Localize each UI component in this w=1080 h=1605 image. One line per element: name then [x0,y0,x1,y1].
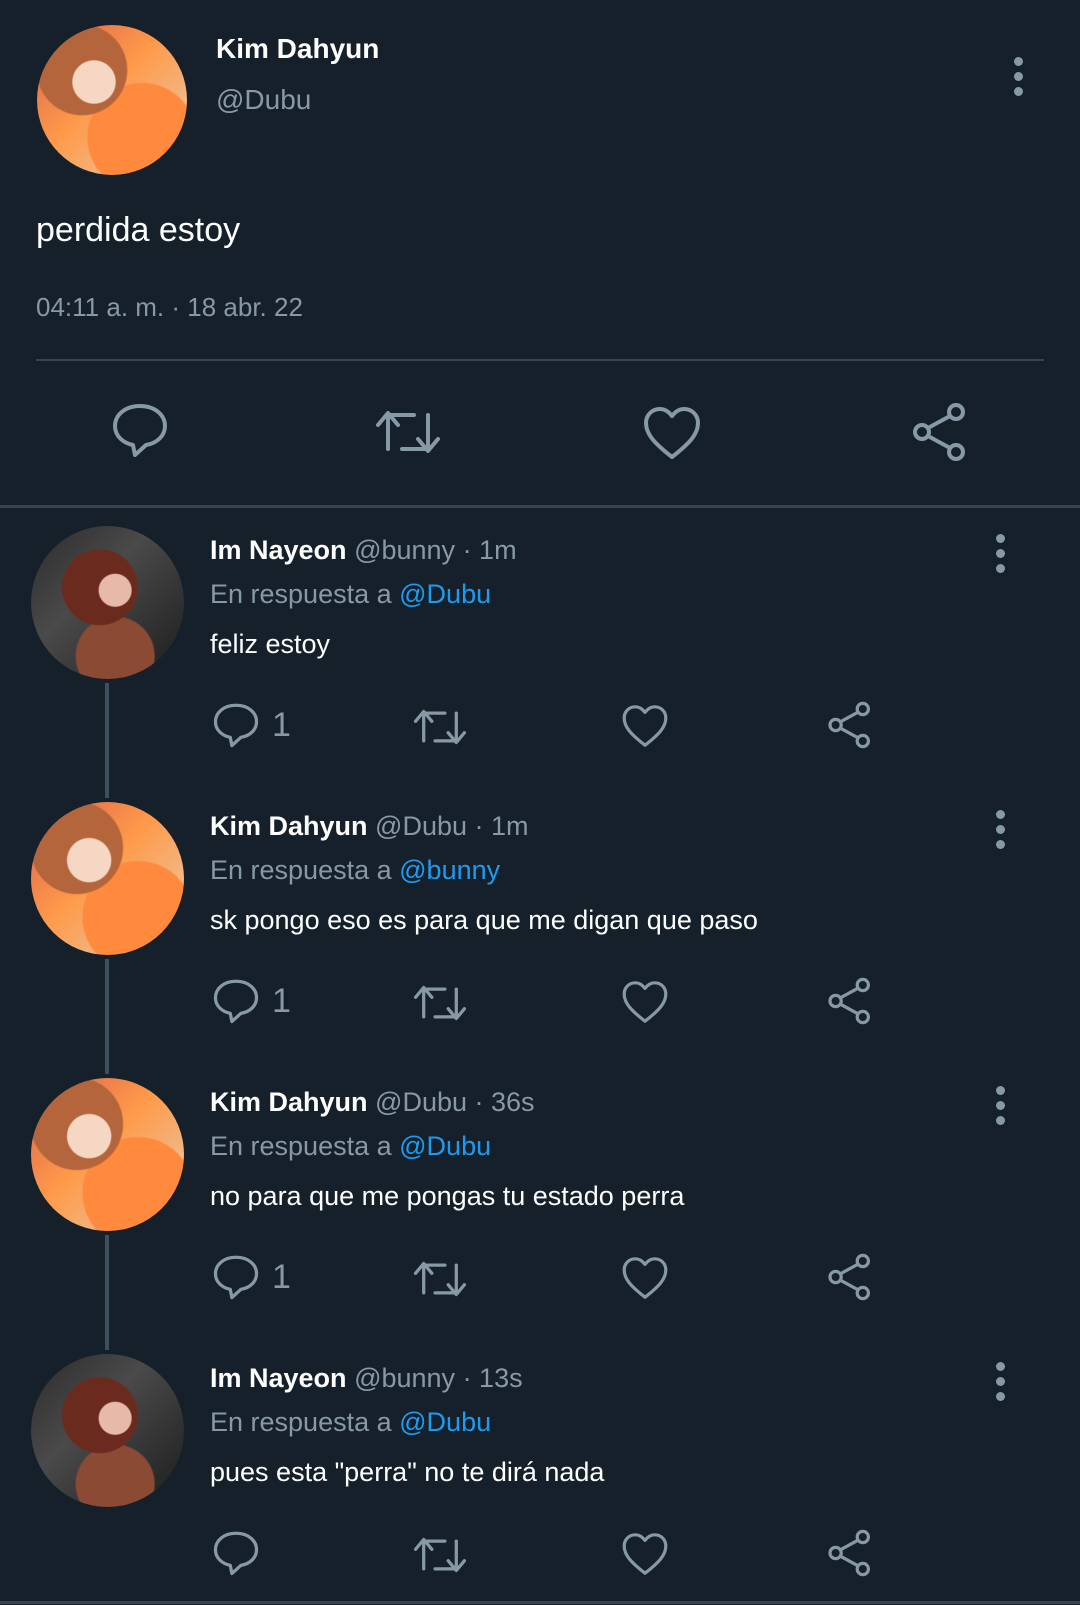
main-tweet-avatar[interactable] [37,25,187,175]
reply-to-prefix: En respuesta a [210,1407,392,1437]
reply-retweet-icon[interactable] [412,1533,468,1577]
reply-to-prefix: En respuesta a [210,1131,392,1161]
reply-text: pues esta "perra" no te dirá nada [210,1457,605,1487]
reply-author-name[interactable]: Im Nayeon [210,535,347,565]
main-tweet-divider [36,359,1044,361]
main-tweet-author-name[interactable]: Kim Dahyun [216,33,379,65]
main-retweet-icon[interactable] [374,405,442,459]
section-divider [0,505,1080,508]
reply-more-icon[interactable] [994,810,1006,855]
reply-author-name[interactable]: Im Nayeon [210,1363,347,1393]
reply-retweet-icon[interactable] [412,705,468,749]
reply-header: Kim Dahyun @Dubu · 1m [210,811,529,842]
reply-handle[interactable]: @Dubu [375,1087,467,1117]
reply-like-icon[interactable] [621,703,669,749]
reply-header: Im Nayeon @bunny · 1m [210,535,517,566]
reply-avatar[interactable] [31,1078,184,1231]
reply-time: · 13s [462,1363,523,1393]
main-share-icon[interactable] [910,402,970,462]
reply-like-icon[interactable] [621,1255,669,1301]
reply-reply-icon[interactable] [212,702,260,748]
reply-time: · 1m [462,535,517,565]
thread-connector-line [105,1235,109,1350]
reply-author-name[interactable]: Kim Dahyun [210,811,368,841]
reply-text: no para que me pongas tu estado perra [210,1181,685,1211]
reply-to-mention[interactable]: @Dubu [399,579,491,609]
reply-to-line: En respuesta a @Dubu [210,1131,491,1162]
reply-more-icon[interactable] [994,1086,1006,1131]
main-reply-icon[interactable] [111,402,169,458]
reply-share-icon[interactable] [826,1529,874,1577]
reply-share-icon[interactable] [826,1253,874,1301]
reply-reply-icon[interactable] [212,978,260,1024]
reply-reply-icon[interactable] [212,1530,260,1576]
reply-to-prefix: En respuesta a [210,579,392,609]
reply-count: 1 [272,706,291,744]
reply-avatar[interactable] [31,802,184,955]
main-tweet-timestamp: 04:11 a. m. · 18 abr. 22 [36,292,303,322]
reply-count: 1 [272,982,291,1020]
bottom-divider [0,1601,1080,1604]
reply-to-mention[interactable]: @Dubu [399,1407,491,1437]
main-like-icon[interactable] [642,405,702,461]
reply-share-icon[interactable] [826,977,874,1025]
reply-to-line: En respuesta a @Dubu [210,1407,491,1438]
reply-share-icon[interactable] [826,701,874,749]
reply-to-line: En respuesta a @bunny [210,855,500,886]
reply-text: sk pongo eso es para que me digan que pa… [210,905,758,935]
main-tweet-text: perdida estoy [36,211,241,249]
reply-header: Kim Dahyun @Dubu · 36s [210,1087,535,1118]
reply-retweet-icon[interactable] [412,1257,468,1301]
reply-like-icon[interactable] [621,1531,669,1577]
reply-time: · 1m [474,811,529,841]
reply-handle[interactable]: @Dubu [375,811,467,841]
reply-reply-icon[interactable] [212,1254,260,1300]
reply-time: · 36s [474,1087,535,1117]
reply-retweet-icon[interactable] [412,981,468,1025]
reply-text: feliz estoy [210,629,331,659]
reply-to-mention[interactable]: @Dubu [399,1131,491,1161]
main-tweet-handle[interactable]: @Dubu [216,84,311,116]
reply-avatar[interactable] [31,526,184,679]
reply-handle[interactable]: @bunny [354,535,455,565]
reply-to-mention[interactable]: @bunny [399,855,500,885]
reply-avatar[interactable] [31,1354,184,1507]
reply-more-icon[interactable] [994,1362,1006,1407]
reply-to-prefix: En respuesta a [210,855,392,885]
reply-more-icon[interactable] [994,534,1006,579]
reply-handle[interactable]: @bunny [354,1363,455,1393]
thread-connector-line [105,683,109,798]
reply-to-line: En respuesta a @Dubu [210,579,491,610]
main-tweet-more-icon[interactable] [1012,57,1024,102]
reply-header: Im Nayeon @bunny · 13s [210,1363,523,1394]
thread-connector-line [105,959,109,1074]
reply-author-name[interactable]: Kim Dahyun [210,1087,368,1117]
reply-like-icon[interactable] [621,979,669,1025]
reply-count: 1 [272,1258,291,1296]
